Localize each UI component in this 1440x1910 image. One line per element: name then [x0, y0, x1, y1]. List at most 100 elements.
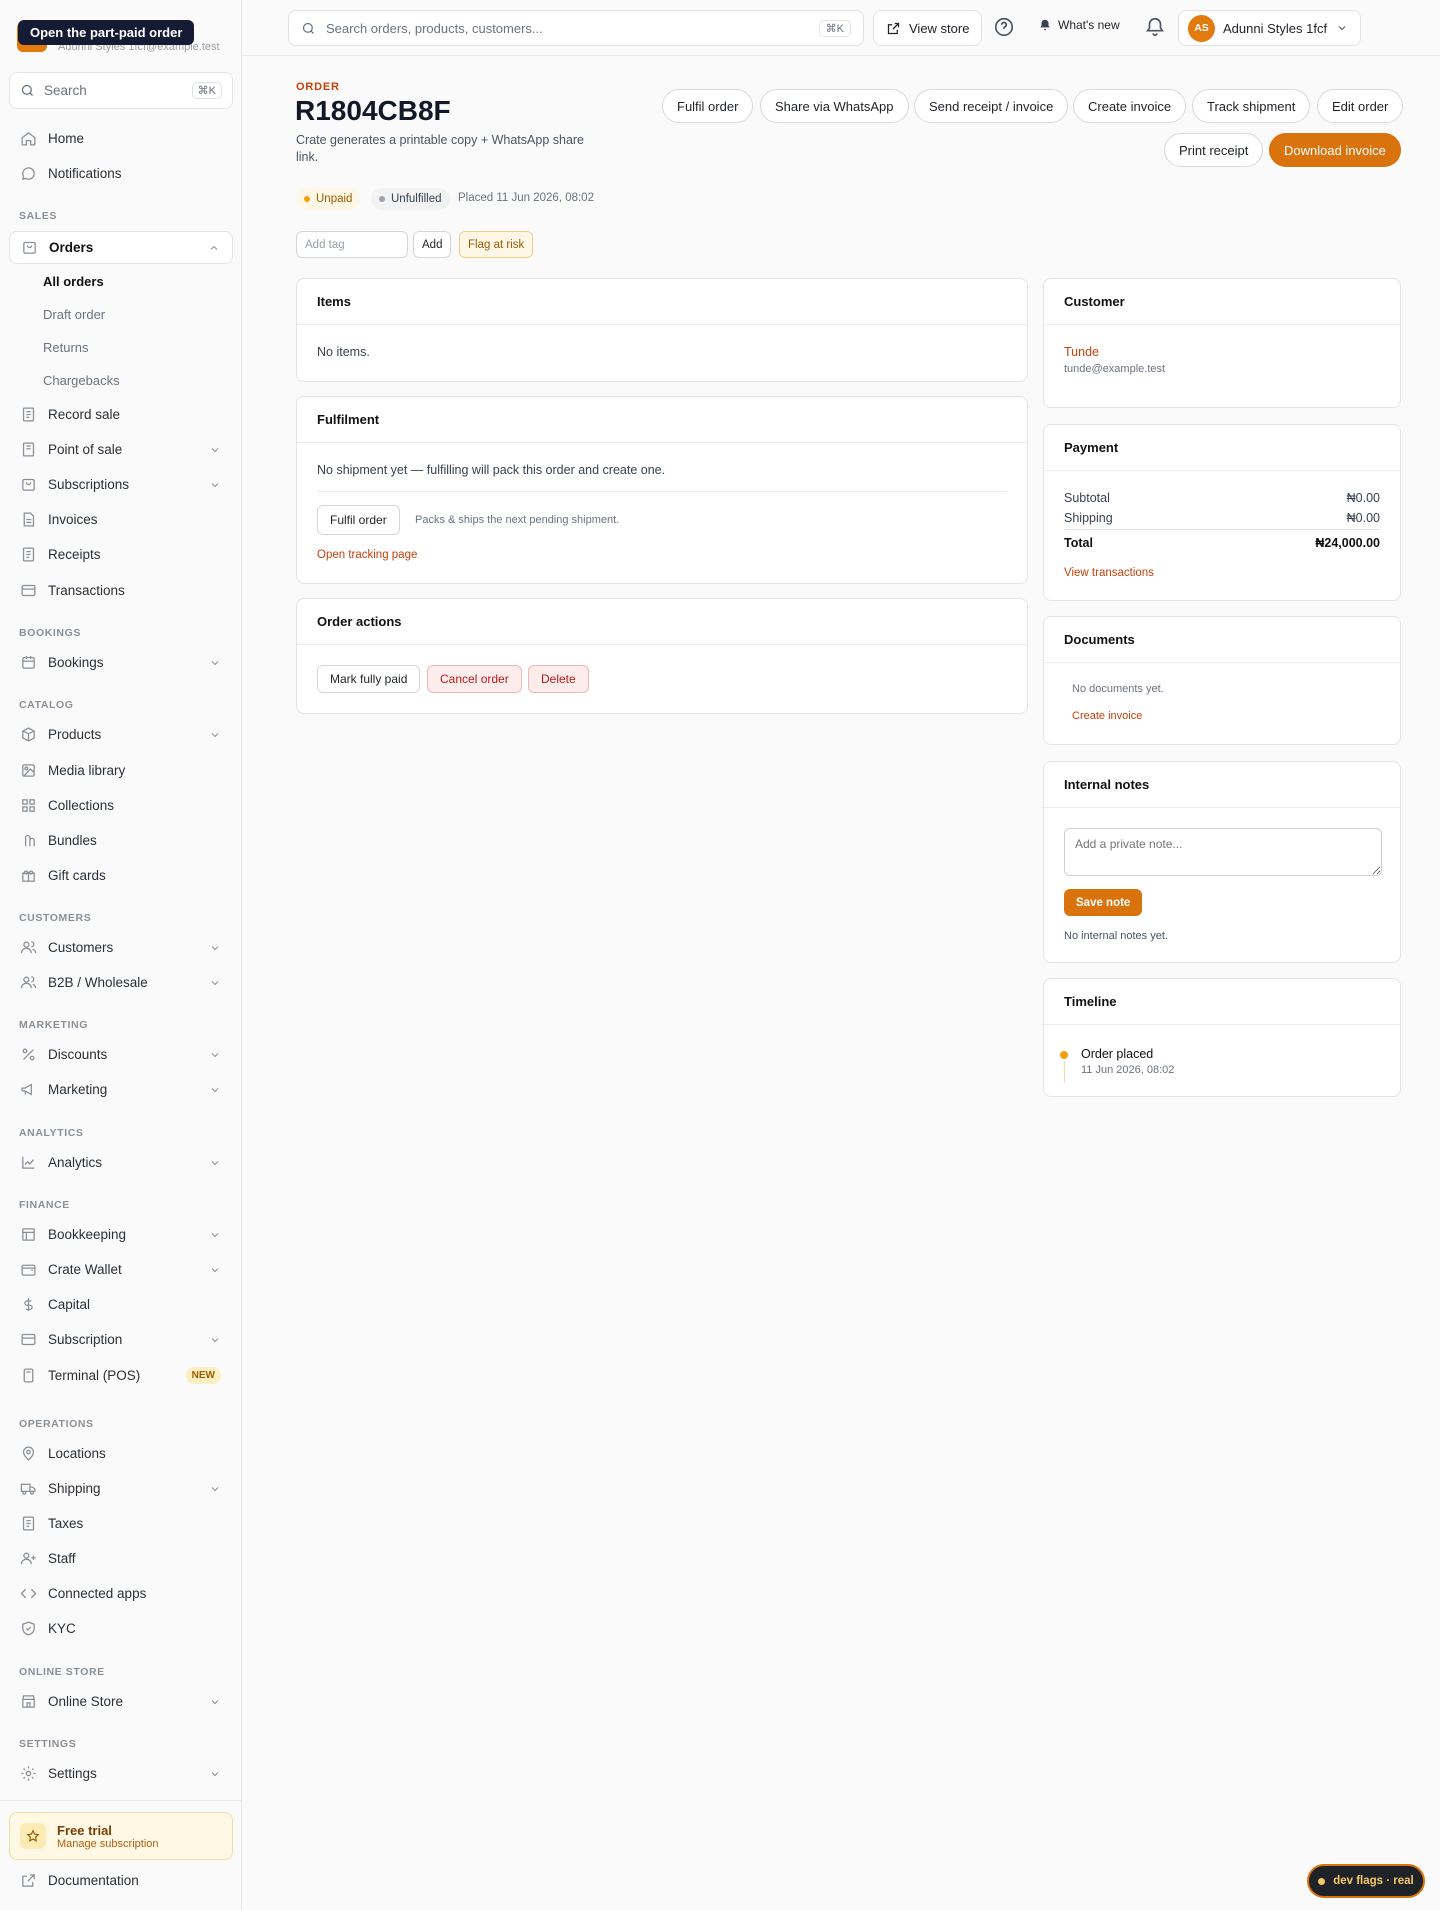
sidebar-item-transactions[interactable]: Transactions: [9, 574, 233, 607]
bell-icon[interactable]: [1144, 16, 1166, 38]
sidebar-item-bundles[interactable]: Bundles: [9, 824, 233, 857]
chat-bubble-icon: [21, 167, 35, 181]
sidebar-item-label: Media library: [48, 763, 126, 778]
ledger-icon: [22, 1228, 35, 1241]
fulfil-order-button[interactable]: Fulfil order: [662, 89, 754, 123]
sidebar-item-label: Invoices: [48, 512, 98, 527]
account-switcher[interactable]: AS Adunni Styles 1fcf: [1178, 10, 1361, 46]
sidebar-item-label: Home: [48, 131, 85, 146]
section-settings: SETTINGS: [19, 1738, 77, 1750]
sidebar-item-taxes[interactable]: Taxes: [9, 1507, 233, 1540]
divider: [317, 491, 1007, 492]
sidebar-item-shipping[interactable]: Shipping: [9, 1472, 233, 1505]
sidebar-item-subscriptions[interactable]: Subscriptions: [9, 468, 233, 501]
tooltip: Open the part-paid order: [18, 20, 195, 45]
sidebar-item-discounts[interactable]: Discounts: [9, 1038, 233, 1071]
chevron-down-icon: [211, 1160, 219, 1165]
open-tracking-link[interactable]: Open tracking page: [317, 549, 417, 561]
customer-name-link[interactable]: Tunde: [1064, 345, 1099, 359]
order-description: Crate generates a printable copy + Whats…: [296, 133, 585, 164]
manage-subscription-link[interactable]: Manage subscription: [57, 1838, 159, 1850]
sidebar-item-kyc[interactable]: KYC: [9, 1612, 233, 1645]
sidebar-sub-all-orders[interactable]: All orders: [43, 274, 104, 289]
dollar-icon: [24, 1298, 33, 1311]
send-receipt-button[interactable]: Send receipt / invoice: [914, 89, 1069, 123]
section-marketing: MARKETING: [19, 1019, 88, 1031]
sidebar-item-products[interactable]: Products: [9, 718, 233, 751]
sidebar-item-staff[interactable]: Staff: [9, 1542, 233, 1575]
track-shipment-button[interactable]: Track shipment: [1192, 89, 1311, 123]
help-icon[interactable]: [993, 16, 1015, 38]
sidebar-item-label: Documentation: [48, 1873, 139, 1888]
fulfil-hint: Packs & ships the next pending shipment.: [415, 514, 620, 526]
sidebar-item-receipts[interactable]: Receipts: [9, 538, 233, 571]
save-note-button[interactable]: Save note: [1064, 889, 1143, 916]
add-tag-button[interactable]: Add: [413, 231, 452, 258]
sidebar-item-locations[interactable]: Locations: [9, 1437, 233, 1470]
whats-new-button[interactable]: What's new: [1038, 18, 1120, 32]
sidebar-sub-draft-order[interactable]: Draft order: [43, 307, 105, 322]
dev-flags-badge[interactable]: dev flags · real: [1307, 1864, 1425, 1898]
flag-risk-button[interactable]: Flag at risk: [459, 231, 534, 258]
download-invoice-button[interactable]: Download invoice: [1269, 133, 1401, 167]
trial-title: Free trial: [57, 1822, 112, 1838]
sidebar-item-capital[interactable]: Capital: [9, 1288, 233, 1321]
sidebar-item-gift-cards[interactable]: Gift cards: [9, 859, 233, 892]
store-name: Adunni Styles 1fcf: [1223, 20, 1328, 36]
sidebar-item-terminal[interactable]: Terminal (POS) NEW: [9, 1359, 233, 1392]
cancel-order-button[interactable]: Cancel order: [427, 665, 522, 693]
global-search-input[interactable]: Search orders, products, customers...: [326, 21, 543, 36]
view-store-button[interactable]: View store: [873, 10, 983, 46]
sidebar-item-online-store[interactable]: Online Store: [9, 1685, 233, 1718]
section-catalog: CATALOG: [19, 699, 74, 711]
sidebar-item-crate-wallet[interactable]: Crate Wallet: [9, 1253, 233, 1286]
create-invoice-button[interactable]: Create invoice: [1073, 89, 1187, 123]
note-textarea[interactable]: [1064, 828, 1382, 876]
sidebar-item-media-library[interactable]: Media library: [9, 754, 233, 787]
sidebar-item-notifications[interactable]: Notifications: [9, 157, 233, 190]
sidebar-item-marketing[interactable]: Marketing: [9, 1073, 233, 1106]
sidebar-item-analytics[interactable]: Analytics: [9, 1146, 233, 1179]
sidebar-item-connected-apps[interactable]: Connected apps: [9, 1577, 233, 1610]
sidebar-item-orders[interactable]: Orders: [9, 231, 233, 264]
add-tag-input[interactable]: Add tag: [296, 231, 408, 258]
sidebar-item-record-sale[interactable]: Record sale: [9, 398, 233, 431]
sidebar-item-invoices[interactable]: Invoices: [9, 503, 233, 536]
share-whatsapp-button[interactable]: Share via WhatsApp: [760, 89, 909, 123]
view-transactions-link[interactable]: View transactions: [1064, 567, 1154, 579]
sidebar-sub-chargebacks[interactable]: Chargebacks: [43, 373, 120, 388]
mark-paid-button[interactable]: Mark fully paid: [317, 665, 421, 693]
sidebar-item-customers[interactable]: Customers: [9, 931, 233, 964]
sidebar-item-settings[interactable]: Settings: [9, 1757, 233, 1790]
sidebar-sub-returns[interactable]: Returns: [43, 340, 89, 355]
documents-empty: No documents yet.: [1072, 683, 1164, 695]
sidebar-item-collections[interactable]: Collections: [9, 789, 233, 822]
sidebar-item-bookkeeping[interactable]: Bookkeeping: [9, 1218, 233, 1251]
total-row: Total ₦24,000.00: [1064, 536, 1380, 550]
sidebar-item-home[interactable]: Home: [9, 122, 233, 155]
gift-icon: [22, 870, 35, 882]
sidebar-search[interactable]: Search ⌘K: [9, 72, 233, 109]
sidebar-item-label: Subscription: [48, 1332, 123, 1347]
users-icon: [20, 976, 37, 989]
create-invoice-link[interactable]: Create invoice: [1072, 710, 1142, 722]
document-icon: [23, 512, 35, 527]
sidebar-item-subscription[interactable]: Subscription: [9, 1323, 233, 1356]
edit-order-button[interactable]: Edit order: [1317, 89, 1404, 123]
code-icon: [20, 1588, 37, 1599]
sidebar-item-b2b[interactable]: B2B / Wholesale: [9, 966, 233, 999]
global-search[interactable]: Search orders, products, customers... ⌘K: [288, 10, 864, 46]
receipt-icon: [22, 407, 35, 422]
divider: [1064, 529, 1380, 530]
free-trial-card[interactable]: Free trial Manage subscription: [9, 1812, 233, 1860]
sidebar-item-point-of-sale[interactable]: Point of sale: [9, 433, 233, 466]
wallet-icon: [21, 1264, 36, 1276]
print-receipt-button[interactable]: Print receipt: [1164, 133, 1264, 167]
sidebar-item-documentation[interactable]: Documentation: [9, 1864, 233, 1897]
delete-order-button[interactable]: Delete: [528, 665, 589, 693]
sidebar-item-label: Record sale: [48, 407, 121, 422]
sidebar-item-label: Taxes: [48, 1516, 84, 1531]
fulfil-order-inline-button[interactable]: Fulfil order: [317, 505, 400, 535]
sidebar-item-bookings[interactable]: Bookings: [9, 646, 233, 679]
search-icon: [301, 21, 316, 36]
